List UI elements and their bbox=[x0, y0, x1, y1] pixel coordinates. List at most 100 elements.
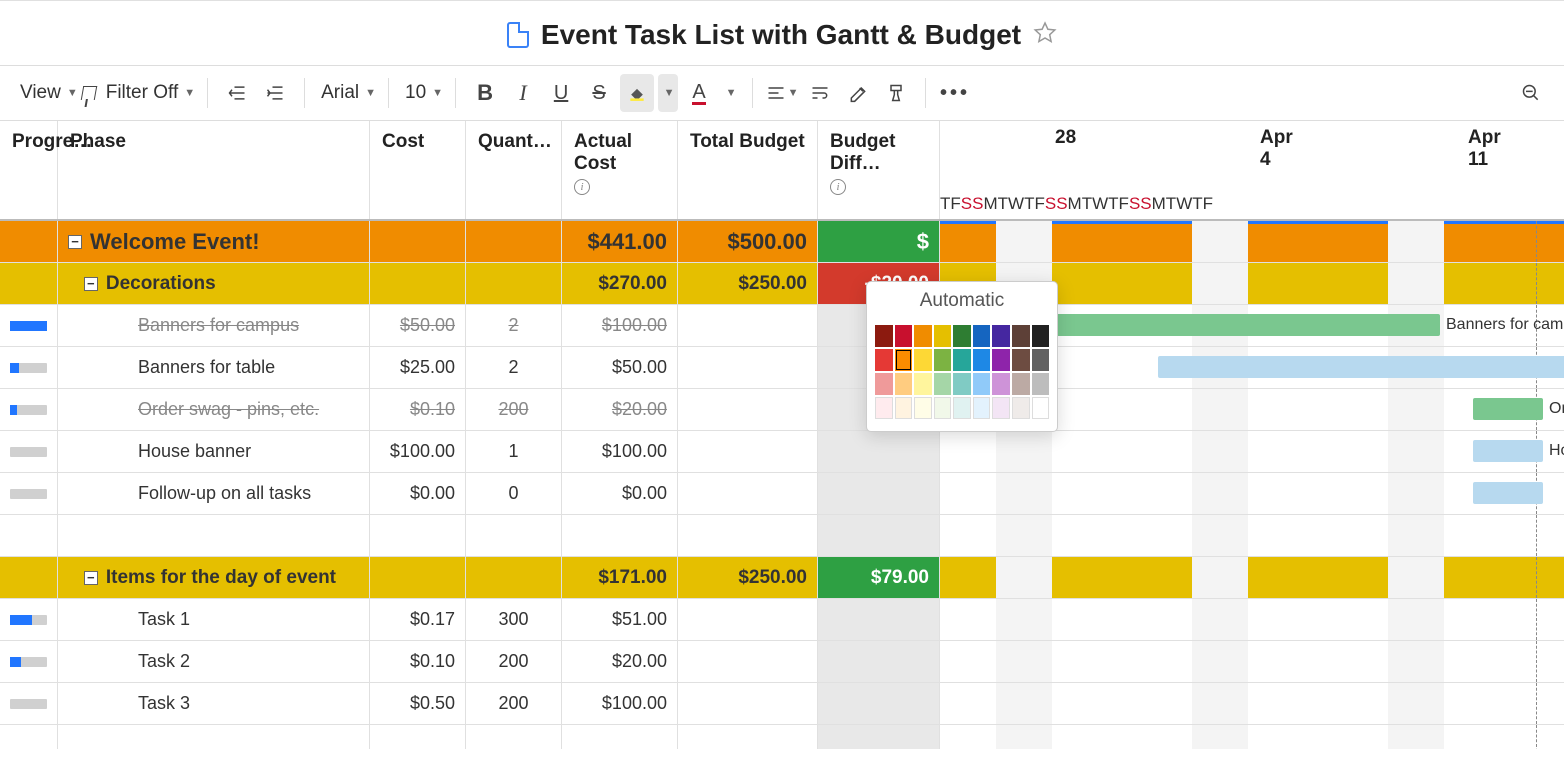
color-swatch[interactable] bbox=[1012, 397, 1030, 419]
cell-phase[interactable]: −Decorations bbox=[58, 263, 370, 304]
row-task[interactable]: Banners for table$25.002$50.00 bbox=[0, 347, 1564, 389]
strikethrough-button[interactable]: S bbox=[582, 74, 616, 112]
color-swatch[interactable] bbox=[875, 373, 893, 395]
row-sect[interactable]: −Items for the day of event$171.00$250.0… bbox=[0, 557, 1564, 599]
header-total-budget[interactable]: Total Budget bbox=[678, 121, 818, 219]
outdent-button[interactable] bbox=[220, 74, 254, 112]
indent-button[interactable] bbox=[258, 74, 292, 112]
cell-cost[interactable]: $0.10 bbox=[370, 641, 466, 682]
cell-quantity[interactable] bbox=[466, 557, 562, 598]
cell-budget-diff[interactable] bbox=[818, 725, 940, 749]
color-swatch[interactable] bbox=[1032, 397, 1050, 419]
cell-actual-cost[interactable]: $51.00 bbox=[562, 599, 678, 640]
header-cost[interactable]: Cost bbox=[370, 121, 466, 219]
cell-budget-diff[interactable] bbox=[818, 641, 940, 682]
color-swatch[interactable] bbox=[973, 349, 991, 371]
cell-total-budget[interactable]: $250.00 bbox=[678, 263, 818, 304]
format-painter-button[interactable] bbox=[879, 74, 913, 112]
cell-progress[interactable] bbox=[0, 263, 58, 304]
cell-quantity[interactable]: 0 bbox=[466, 473, 562, 514]
color-swatch[interactable] bbox=[895, 397, 913, 419]
cell-budget-diff[interactable] bbox=[818, 683, 940, 724]
fill-color-dropdown[interactable]: ▼ bbox=[658, 74, 678, 112]
color-swatch[interactable] bbox=[875, 325, 893, 347]
header-budget-diff[interactable]: Budget Diff…i bbox=[818, 121, 940, 219]
cell-gantt[interactable] bbox=[940, 599, 1564, 640]
row-top[interactable]: −Welcome Event!$441.00$500.00$ bbox=[0, 221, 1564, 263]
row-blank[interactable] bbox=[0, 515, 1564, 557]
color-swatch[interactable] bbox=[953, 373, 971, 395]
cell-gantt[interactable] bbox=[940, 557, 1564, 598]
cell-progress[interactable] bbox=[0, 683, 58, 724]
cell-quantity[interactable]: 2 bbox=[466, 347, 562, 388]
color-swatch[interactable] bbox=[914, 397, 932, 419]
cell-total-budget[interactable] bbox=[678, 641, 818, 682]
cell-total-budget[interactable] bbox=[678, 515, 818, 556]
cell-total-budget[interactable] bbox=[678, 431, 818, 472]
gantt-bar[interactable] bbox=[1158, 356, 1564, 378]
cell-phase[interactable] bbox=[58, 515, 370, 556]
color-automatic[interactable]: Automatic bbox=[867, 282, 1057, 319]
header-progress[interactable]: Progre… bbox=[0, 121, 58, 219]
cell-cost[interactable] bbox=[370, 725, 466, 749]
cell-progress[interactable] bbox=[0, 599, 58, 640]
cell-budget-diff[interactable]: $79.00 bbox=[818, 557, 940, 598]
cell-cost[interactable] bbox=[370, 515, 466, 556]
cell-quantity[interactable]: 1 bbox=[466, 431, 562, 472]
info-icon[interactable]: i bbox=[574, 179, 590, 195]
cell-progress[interactable] bbox=[0, 557, 58, 598]
color-swatch[interactable] bbox=[992, 373, 1010, 395]
cell-progress[interactable] bbox=[0, 641, 58, 682]
color-swatch[interactable] bbox=[1012, 325, 1030, 347]
header-phase[interactable]: Phase bbox=[58, 121, 370, 219]
row-task[interactable]: House banner$100.001$100.00Ho bbox=[0, 431, 1564, 473]
cell-gantt[interactable] bbox=[940, 725, 1564, 749]
row-task[interactable]: Order swag - pins, etc.$0.10200$20.00Or bbox=[0, 389, 1564, 431]
color-swatch[interactable] bbox=[953, 397, 971, 419]
cell-cost[interactable]: $0.50 bbox=[370, 683, 466, 724]
collapse-icon[interactable]: − bbox=[68, 235, 82, 249]
cell-progress[interactable] bbox=[0, 473, 58, 514]
collapse-icon[interactable]: − bbox=[84, 571, 98, 585]
cell-phase[interactable]: −Welcome Event! bbox=[58, 221, 370, 262]
row-task[interactable]: Banners for campus$50.002$100.00Banners … bbox=[0, 305, 1564, 347]
color-swatch[interactable] bbox=[934, 349, 952, 371]
color-swatch[interactable] bbox=[934, 325, 952, 347]
color-swatch[interactable] bbox=[914, 349, 932, 371]
color-swatch[interactable] bbox=[895, 325, 913, 347]
cell-gantt[interactable] bbox=[940, 515, 1564, 556]
cell-progress[interactable] bbox=[0, 431, 58, 472]
row-task[interactable]: Task 1$0.17300$51.00 bbox=[0, 599, 1564, 641]
cell-quantity[interactable] bbox=[466, 221, 562, 262]
cell-actual-cost[interactable]: $0.00 bbox=[562, 473, 678, 514]
cell-quantity[interactable]: 2 bbox=[466, 305, 562, 346]
color-swatch[interactable] bbox=[953, 349, 971, 371]
color-swatch[interactable] bbox=[895, 349, 913, 371]
cell-gantt[interactable] bbox=[940, 221, 1564, 262]
color-swatch[interactable] bbox=[1012, 373, 1030, 395]
underline-button[interactable]: U bbox=[544, 74, 578, 112]
cell-phase[interactable]: −Items for the day of event bbox=[58, 557, 370, 598]
cell-phase[interactable]: Banners for table bbox=[58, 347, 370, 388]
color-swatch[interactable] bbox=[992, 397, 1010, 419]
more-button[interactable]: ••• bbox=[938, 74, 972, 112]
color-swatch[interactable] bbox=[875, 397, 893, 419]
color-swatch[interactable] bbox=[953, 325, 971, 347]
cell-progress[interactable] bbox=[0, 389, 58, 430]
cell-total-budget[interactable]: $500.00 bbox=[678, 221, 818, 262]
document-title[interactable]: Event Task List with Gantt & Budget bbox=[541, 19, 1021, 51]
cell-phase[interactable]: Follow-up on all tasks bbox=[58, 473, 370, 514]
cell-quantity[interactable]: 200 bbox=[466, 641, 562, 682]
fill-color-button[interactable] bbox=[620, 74, 654, 112]
row-blank[interactable] bbox=[0, 725, 1564, 749]
cell-progress[interactable] bbox=[0, 305, 58, 346]
gantt-bar[interactable]: Ho bbox=[1473, 440, 1543, 462]
cell-cost[interactable] bbox=[370, 263, 466, 304]
cell-actual-cost[interactable]: $20.00 bbox=[562, 389, 678, 430]
cell-gantt[interactable] bbox=[940, 641, 1564, 682]
cell-total-budget[interactable] bbox=[678, 305, 818, 346]
cell-phase[interactable]: Task 1 bbox=[58, 599, 370, 640]
cell-gantt[interactable] bbox=[940, 683, 1564, 724]
cell-quantity[interactable] bbox=[466, 515, 562, 556]
cell-progress[interactable] bbox=[0, 515, 58, 556]
